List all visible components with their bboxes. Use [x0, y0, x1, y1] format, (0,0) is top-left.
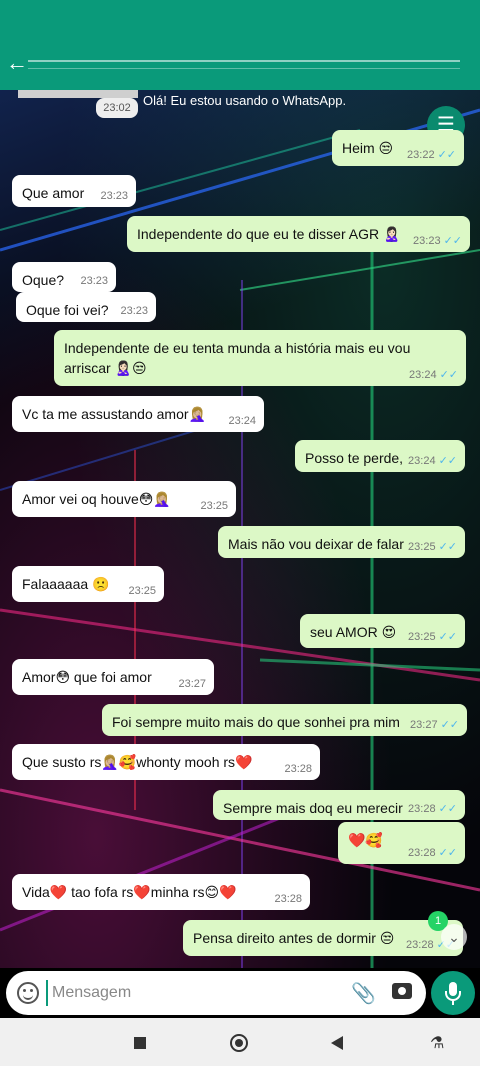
message-bubble[interactable]: Posso te perde, 23:24 ✓✓ [295, 440, 465, 472]
message-time: 23:25 ✓✓ [408, 541, 457, 553]
message-bubble[interactable]: Que susto rs🤦🏼‍♀️🥰whonty mooh rs❤️ 23:28 [12, 744, 320, 780]
double-check-icon: ✓✓ [438, 455, 457, 467]
message-text: Heim 😒 [342, 140, 394, 156]
double-check-icon: ✓✓ [440, 719, 459, 731]
message-text: Que susto rs🤦🏼‍♀️🥰whonty mooh rs❤️ [22, 754, 253, 770]
message-time: 23:28✓✓ [408, 847, 457, 859]
message-text: Pensa direito antes de dormir 😒 [193, 930, 395, 946]
message-time: 23:28✓✓ [408, 803, 457, 815]
message-text: Independente de eu tenta munda a históri… [64, 340, 411, 376]
microphone-icon-stem [452, 1001, 454, 1005]
smiley-icon[interactable] [17, 982, 39, 1004]
message-text: Amor vei oq houve😳🤦🏼‍♀️ [22, 491, 171, 507]
chat-header: ← [0, 0, 480, 90]
message-input[interactable] [46, 980, 336, 1006]
double-check-icon: ✓✓ [438, 803, 457, 815]
back-icon[interactable] [331, 1036, 343, 1050]
microphone-icon-base [445, 991, 461, 1001]
message-bubble[interactable]: Oque foi vei? 23:23 [16, 292, 156, 322]
message-bubble[interactable]: Independente do que eu te disser AGR 🙎🏻‍… [127, 216, 470, 252]
message-bubble[interactable]: Pensa direito antes de dormir 😒 23:28✓✓ [183, 920, 463, 956]
double-check-icon: ✓✓ [443, 235, 462, 247]
message-text: Posso te perde, [305, 450, 404, 466]
message-text: ❤️🥰 [348, 832, 383, 848]
message-bubble[interactable]: Amor vei oq houve😳🤦🏼‍♀️ 23:25 [12, 481, 236, 517]
recents-icon[interactable] [134, 1037, 146, 1049]
message-bubble[interactable]: Vc ta me assustando amor🤦🏼‍♀️ 23:24 [12, 396, 264, 432]
camera-icon[interactable] [392, 983, 412, 999]
accessibility-icon[interactable]: ⚗ [430, 1033, 444, 1053]
message-time: 23:25 ✓✓ [408, 631, 457, 643]
message-text: Oque foi vei? [26, 302, 109, 318]
message-time: 23:28 [274, 893, 302, 905]
message-time: 23:24 ✓✓ [409, 369, 458, 381]
message-bubble[interactable]: Amor😳 que foi amor 23:27 [12, 659, 214, 695]
message-bubble[interactable]: Heim 😒 23:22 ✓✓ [332, 130, 464, 166]
message-bubble[interactable]: Vida❤️ tao fofa rs❤️minha rs😊❤️ 23:28 [12, 874, 310, 910]
message-time: 23:23 [100, 190, 128, 202]
message-text: seu AMOR 😍 [310, 624, 397, 640]
double-check-icon: ✓✓ [438, 847, 457, 859]
double-check-icon: ✓✓ [438, 631, 457, 643]
home-icon[interactable] [230, 1034, 248, 1052]
message-text: Oque? [22, 272, 65, 288]
message-text: Amor😳 que foi amor [22, 669, 152, 685]
message-text: Mais não vou deixar de falar [228, 536, 404, 552]
message-time: 23:25 [128, 585, 156, 597]
contact-photo-strip [18, 90, 138, 98]
header-divider [28, 60, 460, 62]
message-composer: 📎 [6, 971, 426, 1015]
message-time: 23:27 ✓✓ [410, 719, 459, 731]
message-text: Que amor [22, 185, 85, 201]
double-check-icon: ✓✓ [437, 149, 456, 161]
system-message-text: Olá! Eu estou usando o WhatsApp. [143, 93, 347, 108]
system-navigation-bar: ⚗ [0, 1018, 480, 1066]
message-bubble[interactable]: Mais não vou deixar de falar 23:25 ✓✓ [218, 526, 465, 558]
message-time: 23:22 ✓✓ [407, 149, 456, 161]
message-time: 23:25 [200, 500, 228, 512]
message-text: Foi sempre muito mais do que sonhei pra … [112, 714, 400, 730]
message-time: 23:23 [120, 305, 148, 317]
message-time: 23:24 ✓✓ [408, 455, 457, 467]
message-bubble[interactable]: Independente de eu tenta munda a históri… [54, 330, 466, 386]
message-text: Independente do que eu te disser AGR 🙎🏻‍… [137, 226, 401, 242]
microphone-button[interactable] [431, 971, 475, 1015]
message-bubble[interactable]: seu AMOR 😍 23:25 ✓✓ [300, 614, 465, 648]
message-time: 23:27 [178, 678, 206, 690]
double-check-icon: ✓✓ [439, 369, 458, 381]
message-time: 23:23 [80, 275, 108, 287]
message-text: Falaaaaaa 🙁 [22, 576, 110, 592]
message-text: Vc ta me assustando amor🤦🏼‍♀️ [22, 406, 206, 422]
message-bubble[interactable]: Foi sempre muito mais do que sonhei pra … [102, 704, 467, 736]
message-text: Sempre mais doq eu merecir [223, 800, 403, 816]
message-bubble[interactable]: Sempre mais doq eu merecir 23:28 ✓✓ [213, 790, 465, 820]
paperclip-icon[interactable]: 📎 [351, 981, 376, 1006]
chevron-double-down-icon[interactable]: ⌄ [441, 924, 467, 950]
message-time: 23:23 ✓✓ [413, 235, 462, 247]
message-bubble[interactable]: Que amor 23:23 [12, 175, 136, 207]
arrow-left-icon[interactable]: ← [6, 52, 28, 74]
message-time: 23:24 [228, 415, 256, 427]
double-check-icon: ✓✓ [438, 541, 457, 553]
message-text: Vida❤️ tao fofa rs❤️minha rs😊❤️ [22, 884, 237, 900]
message-bubble[interactable]: ❤️🥰 23:28 ✓✓ [338, 822, 465, 864]
header-divider-secondary [28, 68, 460, 69]
message-bubble[interactable]: Falaaaaaa 🙁 23:25 [12, 566, 164, 602]
message-bubble[interactable]: Oque? 23:23 [12, 262, 116, 292]
message-time: 23:28 [284, 763, 312, 775]
system-message-time: 23:02 [96, 98, 138, 118]
